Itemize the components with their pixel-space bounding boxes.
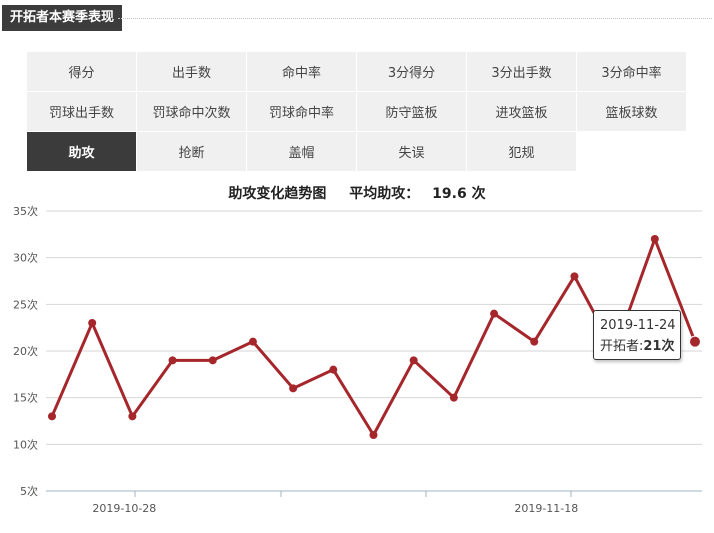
data-point-11[interactable] (490, 309, 499, 318)
x-tick-label-0: 2019-10-28 (92, 502, 156, 515)
tooltip-date: 2019-11-24 (600, 318, 676, 333)
y-tick-label-5: 5次 (20, 484, 38, 498)
data-point-16[interactable] (689, 335, 701, 348)
data-point-7[interactable] (329, 365, 338, 374)
y-tick-label-35: 35次 (13, 204, 38, 218)
tooltip-value-row: 开拓者:21次 (600, 336, 680, 357)
assists-line-chart: 35次 30次 25次 20次 15次 10次 5次 2019-10-28 2019-11-1… (13, 204, 702, 515)
chart-tooltip: 2019-11-24 开拓者:21次 (593, 310, 681, 360)
tooltip-value: 21次 (643, 339, 675, 354)
y-axis-ticks: 35次 30次 25次 20次 15次 10次 5次 (13, 204, 38, 498)
data-point-12[interactable] (530, 337, 539, 346)
data-point-13[interactable] (570, 272, 579, 281)
y-tick-label-15: 15次 (13, 391, 38, 405)
data-point-6[interactable] (289, 384, 298, 393)
y-tick-label-30: 30次 (13, 251, 38, 265)
y-tick-label-10: 10次 (13, 437, 38, 451)
data-point-8[interactable] (369, 431, 378, 439)
tooltip-series-label: 开拓者: (600, 339, 644, 354)
data-point-3[interactable] (168, 356, 177, 365)
x-tick-label-1: 2019-11-18 (514, 502, 578, 515)
data-point-15[interactable] (650, 235, 659, 243)
data-point-1[interactable] (88, 319, 97, 327)
y-tick-label-25: 25次 (13, 297, 38, 311)
data-point-9[interactable] (409, 356, 418, 365)
x-axis: 2019-10-28 2019-11-18 (46, 490, 702, 515)
data-point-2[interactable] (128, 412, 137, 421)
data-point-0[interactable] (48, 412, 56, 421)
data-point-10[interactable] (449, 393, 458, 402)
data-point-5[interactable] (248, 337, 257, 346)
y-tick-label-20: 20次 (13, 344, 38, 358)
data-point-4[interactable] (208, 356, 217, 365)
